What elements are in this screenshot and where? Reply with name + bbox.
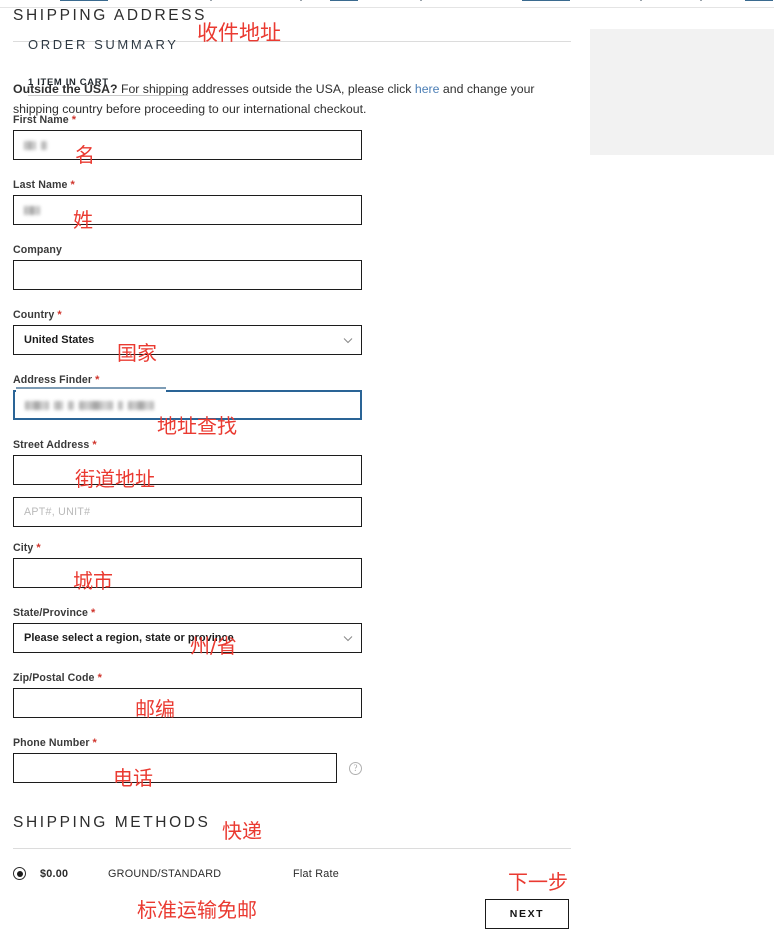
country-selected-value: United States [24,334,95,346]
street-address-label-text: Street Address [13,439,90,451]
zip-label: Zip/Postal Code * [13,672,362,684]
first-name-redacted-value [24,140,47,150]
required-marker: * [91,607,96,619]
first-name-label-text: First Name [13,114,69,126]
state-province-label-text: State/Province [13,607,88,619]
city-label: City * [13,542,362,554]
last-name-label-text: Last Name [13,179,68,191]
required-marker: * [36,542,41,554]
field-last-name: Last Name * [13,179,362,225]
zip-label-text: Zip/Postal Code [13,672,95,684]
shipping-option-rate: Flat Rate [293,867,340,880]
chevron-down-icon [343,336,353,345]
address-finder-label: Address Finder * [13,374,362,386]
international-checkout-link[interactable]: here [415,82,440,96]
country-label-text: Country [13,309,55,321]
shipping-methods-divider [13,848,571,849]
required-marker: * [57,309,62,321]
address-finder-redacted-value [25,400,154,410]
apt-unit-placeholder: APT#, UNIT# [24,506,91,518]
order-summary-title: ORDER SUMMARY [28,37,179,52]
city-label-text: City [13,542,34,554]
state-province-select[interactable]: Please select a region, state or provinc… [13,623,362,653]
field-city: City * [13,542,362,588]
required-marker: * [92,737,97,749]
checkout-page: SHIPPING ADDRESS Outside the USA? For sh… [0,0,774,931]
first-name-label: First Name * [13,114,362,126]
first-name-input[interactable] [13,130,362,160]
required-marker: * [95,374,100,386]
chevron-down-icon [343,634,353,643]
zip-input[interactable] [13,688,362,718]
country-label: Country * [13,309,362,321]
field-zip: Zip/Postal Code * [13,672,362,718]
shipping-methods-heading: SHIPPING METHODS [13,814,211,831]
street-address-label: Street Address * [13,439,362,451]
order-summary-item-count: 1 ITEM IN CART [28,76,109,87]
order-summary-divider [28,95,188,96]
last-name-label: Last Name * [13,179,362,191]
field-country: Country * United States [13,309,362,355]
field-first-name: First Name * [13,114,362,160]
notice-text-1: For shipping addresses outside the USA, … [117,82,415,96]
phone-label-text: Phone Number [13,737,90,749]
checkout-progress-strip [0,0,774,7]
shipping-address-heading: SHIPPING ADDRESS [13,7,208,24]
last-name-redacted-value [24,205,40,215]
field-company: Company [13,244,362,290]
annotation-free-standard-shipping: 标准运输免邮 [137,898,257,922]
next-button[interactable]: NEXT [485,899,569,929]
shipping-option-method: GROUND/STANDARD [108,867,222,880]
required-marker: * [71,114,77,126]
country-select[interactable]: United States [13,325,362,355]
required-marker: * [70,179,75,191]
phone-input[interactable] [13,753,337,783]
state-province-label: State/Province * [13,607,362,619]
required-marker: * [97,672,102,684]
field-street-address: Street Address * [13,439,362,485]
shipping-option-row[interactable]: $0.00 GROUND/STANDARD Flat Rate [13,867,339,880]
shipping-option-radio[interactable] [13,867,26,880]
address-finder-label-text: Address Finder [13,374,93,386]
field-phone: Phone Number * ? [0,737,362,783]
last-name-input[interactable] [13,195,362,225]
street-address-input[interactable] [13,455,362,485]
field-street-address-2: APT#, UNIT# [13,497,362,527]
shipping-option-price: $0.00 [40,867,69,880]
order-summary-panel [590,29,774,155]
phone-label: Phone Number * [13,737,362,749]
annotation-next: 下一步 [508,870,568,894]
field-state-province: State/Province * Please select a region, … [13,607,362,653]
question-mark-icon[interactable]: ? [349,761,362,775]
field-address-finder: Address Finder * [13,374,362,420]
company-input[interactable] [13,260,362,290]
state-province-selected-value: Please select a region, state or provinc… [24,632,234,644]
address-finder-input[interactable] [13,387,362,420]
required-marker: * [92,439,97,451]
company-label: Company [13,244,62,256]
apt-unit-input[interactable]: APT#, UNIT# [13,497,362,527]
city-input[interactable] [13,558,362,588]
